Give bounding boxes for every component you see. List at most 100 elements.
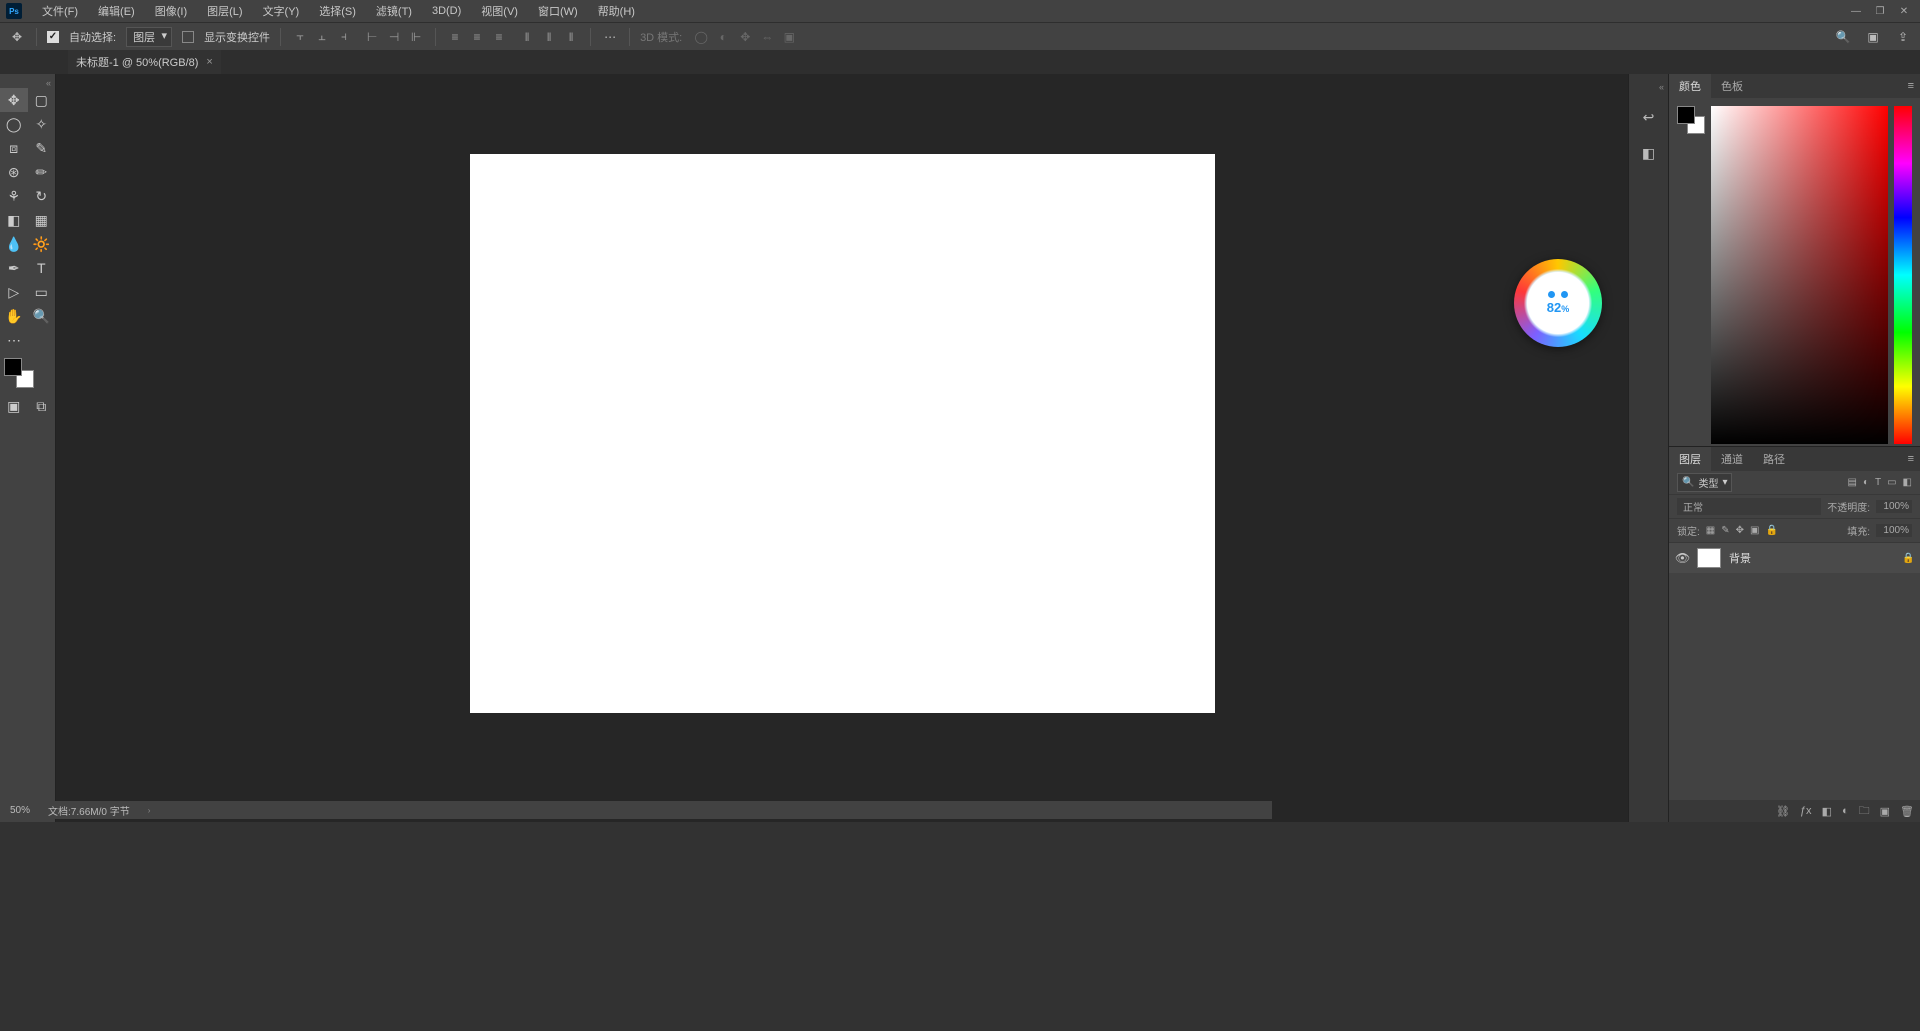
toolbox-collapse-icon[interactable]: « bbox=[0, 78, 55, 88]
lasso-tool[interactable]: ◯ bbox=[0, 112, 28, 136]
lock-artboard-icon[interactable]: ▣ bbox=[1750, 525, 1759, 536]
screenmode-tool[interactable]: ⧉ bbox=[28, 394, 56, 418]
lock-pixels-icon[interactable]: ✎ bbox=[1721, 525, 1729, 536]
menu-help[interactable]: 帮助(H) bbox=[588, 0, 645, 22]
filter-smart-icon[interactable]: ◧ bbox=[1903, 477, 1912, 488]
align-hcenter-icon[interactable]: ⊣ bbox=[385, 28, 403, 46]
distribute-vcenter-icon[interactable]: ≡ bbox=[468, 28, 486, 46]
blend-mode-select[interactable]: 正常 bbox=[1677, 498, 1821, 515]
layer-kind-filter[interactable]: 🔍 类型 ▾ bbox=[1677, 473, 1732, 492]
align-left-icon[interactable]: ⊢ bbox=[363, 28, 381, 46]
history-brush-tool[interactable]: ↻ bbox=[28, 184, 56, 208]
group-icon[interactable]: 🗀 bbox=[1859, 802, 1870, 821]
distribute-right-icon[interactable]: ‖ bbox=[562, 28, 580, 46]
fx-icon[interactable]: ƒx bbox=[1800, 805, 1812, 817]
menu-3d[interactable]: 3D(D) bbox=[422, 0, 471, 22]
hand-tool[interactable]: ✋ bbox=[0, 304, 28, 328]
move-tool[interactable]: ✥ bbox=[0, 88, 28, 112]
menu-image[interactable]: 图像(I) bbox=[145, 0, 197, 22]
status-caret-icon[interactable]: › bbox=[148, 806, 151, 815]
menu-type[interactable]: 文字(Y) bbox=[253, 0, 310, 22]
opacity-input[interactable]: 100% bbox=[1876, 500, 1912, 513]
maximize-button[interactable]: ❐ bbox=[1868, 0, 1892, 22]
distribute-top-icon[interactable]: ≡ bbox=[446, 28, 464, 46]
menu-view[interactable]: 视图(V) bbox=[471, 0, 528, 22]
tab-channels[interactable]: 通道 bbox=[1711, 447, 1753, 471]
auto-select-dropdown[interactable]: 图层 bbox=[126, 27, 172, 47]
align-top-icon[interactable]: ⫟ bbox=[291, 28, 309, 46]
type-tool[interactable]: T bbox=[28, 256, 56, 280]
search-icon[interactable]: 🔍 bbox=[1834, 28, 1852, 46]
gradient-tool[interactable]: ▦ bbox=[28, 208, 56, 232]
color-swatch[interactable] bbox=[4, 358, 34, 388]
tab-close-icon[interactable]: × bbox=[206, 56, 212, 68]
pen-tool[interactable]: ✒ bbox=[0, 256, 28, 280]
lock-all-icon[interactable]: 🔒 bbox=[1765, 525, 1777, 536]
brush-tool[interactable]: ✏ bbox=[28, 160, 56, 184]
canvas-area[interactable]: 82% bbox=[56, 74, 1628, 822]
delete-layer-icon[interactable]: 🗑 bbox=[1900, 805, 1914, 818]
filter-pixel-icon[interactable]: ▤ bbox=[1847, 477, 1856, 488]
link-layers-icon[interactable]: ⛓ bbox=[1776, 805, 1790, 818]
zoom-level[interactable]: 50% bbox=[10, 805, 30, 816]
cp-foreground[interactable] bbox=[1677, 106, 1695, 124]
overflow-icon[interactable]: ⋯ bbox=[601, 28, 619, 46]
layers-panel-menu-icon[interactable]: ≡ bbox=[1902, 447, 1920, 471]
eraser-tool[interactable]: ◧ bbox=[0, 208, 28, 232]
tab-swatches[interactable]: 色板 bbox=[1711, 74, 1753, 98]
color-panel-swatch[interactable] bbox=[1677, 106, 1705, 134]
align-vcenter-icon[interactable]: ⫠ bbox=[313, 28, 331, 46]
frame-icon[interactable]: ▣ bbox=[1864, 28, 1882, 46]
new-layer-icon[interactable]: ▣ bbox=[1880, 805, 1890, 818]
distribute-bottom-icon[interactable]: ≡ bbox=[490, 28, 508, 46]
properties-panel-icon[interactable]: ◧ bbox=[1638, 142, 1660, 164]
filter-shape-icon[interactable]: ▭ bbox=[1887, 477, 1896, 488]
menu-layer[interactable]: 图层(L) bbox=[197, 0, 252, 22]
distribute-left-icon[interactable]: ‖ bbox=[518, 28, 536, 46]
menu-select[interactable]: 选择(S) bbox=[309, 0, 366, 22]
dock-collapse-icon[interactable]: « bbox=[1659, 82, 1668, 92]
align-bottom-icon[interactable]: ⫞ bbox=[335, 28, 353, 46]
mask-icon[interactable]: ◧ bbox=[1822, 805, 1832, 818]
menu-file[interactable]: 文件(F) bbox=[32, 0, 88, 22]
layer-thumbnail[interactable] bbox=[1697, 548, 1721, 568]
tab-color[interactable]: 颜色 bbox=[1669, 74, 1711, 98]
magic-wand-tool[interactable]: ✧ bbox=[28, 112, 56, 136]
assistant-widget[interactable]: 82% bbox=[1514, 259, 1602, 347]
dodge-tool[interactable]: 🔆 bbox=[28, 232, 56, 256]
adjustment-icon[interactable]: ◐ bbox=[1842, 805, 1849, 817]
foreground-color[interactable] bbox=[4, 358, 22, 376]
move-tool-icon[interactable]: ✥ bbox=[8, 28, 26, 46]
lock-transparent-icon[interactable]: ▦ bbox=[1706, 525, 1715, 536]
layer-lock-icon[interactable]: 🔒 bbox=[1902, 553, 1914, 564]
shape-tool[interactable]: ▭ bbox=[28, 280, 56, 304]
zoom-tool[interactable]: 🔍 bbox=[28, 304, 56, 328]
menu-filter[interactable]: 滤镜(T) bbox=[366, 0, 422, 22]
filter-type-icon[interactable]: T bbox=[1875, 477, 1881, 488]
history-panel-icon[interactable]: ↩ bbox=[1638, 106, 1660, 128]
healing-tool[interactable]: ⊛ bbox=[0, 160, 28, 184]
document-tab[interactable]: 未标题-1 @ 50%(RGB/8) × bbox=[68, 50, 221, 74]
tab-layers[interactable]: 图层 bbox=[1669, 447, 1711, 471]
canvas[interactable] bbox=[470, 154, 1215, 713]
tab-paths[interactable]: 路径 bbox=[1753, 447, 1795, 471]
filter-adjust-icon[interactable]: ◐ bbox=[1863, 477, 1869, 488]
stamp-tool[interactable]: ⚘ bbox=[0, 184, 28, 208]
lock-position-icon[interactable]: ✥ bbox=[1736, 525, 1744, 536]
close-button[interactable]: ✕ bbox=[1892, 0, 1916, 22]
edit-toolbar[interactable]: ⋯ bbox=[0, 328, 28, 352]
show-transform-checkbox[interactable] bbox=[182, 31, 194, 43]
color-panel-menu-icon[interactable]: ≡ bbox=[1902, 74, 1920, 98]
crop-tool[interactable]: ⧈ bbox=[0, 136, 28, 160]
layer-visibility-icon[interactable]: 👁 bbox=[1675, 551, 1689, 565]
blur-tool[interactable]: 💧 bbox=[0, 232, 28, 256]
path-select-tool[interactable]: ▷ bbox=[0, 280, 28, 304]
share-icon[interactable]: ⇪ bbox=[1894, 28, 1912, 46]
distribute-hcenter-icon[interactable]: ‖ bbox=[540, 28, 558, 46]
menu-window[interactable]: 窗口(W) bbox=[528, 0, 588, 22]
fill-input[interactable]: 100% bbox=[1876, 524, 1912, 537]
layer-name[interactable]: 背景 bbox=[1729, 550, 1894, 566]
color-field[interactable] bbox=[1711, 106, 1888, 444]
doc-info[interactable]: 文档:7.66M/0 字节 bbox=[48, 803, 130, 818]
marquee-tool[interactable]: ▢ bbox=[28, 88, 56, 112]
